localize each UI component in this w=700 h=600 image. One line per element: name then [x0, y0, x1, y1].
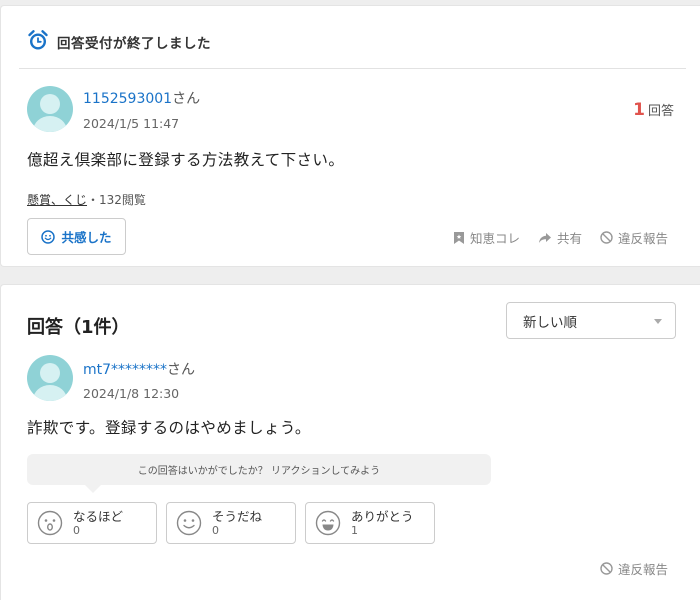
reaction-count: 0 — [73, 524, 80, 537]
reaction-label: そうだね — [212, 509, 263, 524]
prohibited-icon — [600, 231, 613, 244]
user-name-link[interactable]: 1152593001 — [83, 91, 172, 107]
view-count: ・132閲覧 — [87, 193, 146, 207]
category-link[interactable]: 懸賞、くじ — [27, 193, 87, 207]
question-body: 億超え倶楽部に登録する方法教えて下さい。 — [27, 151, 345, 169]
status-row: 回答受付が終了しました — [27, 29, 211, 55]
sort-select[interactable]: 新しい順 — [506, 302, 676, 339]
chie-kore-button[interactable]: 知恵コレ — [453, 228, 520, 247]
answers-card: 回答（1件） 新しい順 mt7********さん 2024/1/8 12:30… — [0, 284, 700, 600]
reaction-label: なるほど — [73, 509, 124, 524]
question-actions: 知恵コレ 共有 違反報告 — [435, 228, 668, 247]
empathy-label: 共感した — [61, 230, 112, 245]
avatar[interactable] — [27, 86, 73, 132]
tags-row: 懸賞、くじ・132閲覧 — [27, 191, 146, 208]
share-label: 共有 — [556, 231, 582, 246]
question-card: 回答受付が終了しました 1152593001さん 2024/1/5 11:47 … — [0, 5, 700, 267]
smile-face-icon — [176, 510, 202, 536]
answer-user-line: mt7********さん — [83, 359, 195, 379]
report-label: 違反報告 — [617, 231, 668, 246]
answer-count: 1 回答 — [633, 100, 674, 120]
reaction-soudane-button[interactable]: そうだね 0 — [166, 502, 296, 544]
prohibited-icon — [600, 562, 613, 575]
answer-count-number: 1 — [633, 100, 645, 120]
report-button[interactable]: 違反報告 — [600, 228, 668, 247]
answers-title: 回答（1件） — [27, 317, 130, 338]
answer-user-suffix: さん — [167, 362, 196, 378]
reaction-count: 1 — [351, 524, 358, 537]
grin-face-icon — [315, 510, 341, 536]
reaction-count: 0 — [212, 524, 219, 537]
answer-count-unit: 回答 — [647, 104, 674, 119]
reaction-label: ありがとう — [351, 509, 414, 524]
bookmark-icon — [453, 231, 464, 244]
reaction-prompt: この回答はいかがでしたか？ リアクションしてみよう — [27, 454, 491, 493]
post-date: 2024/1/5 11:47 — [83, 116, 180, 131]
empathy-button[interactable]: 共感した — [27, 218, 126, 255]
reaction-buttons: なるほど 0 そうだね 0 ありがとう 1 — [27, 502, 444, 544]
chie-kore-label: 知恵コレ — [469, 231, 520, 246]
chevron-down-icon — [654, 319, 662, 324]
share-button[interactable]: 共有 — [538, 228, 582, 247]
reaction-arigatou-button[interactable]: ありがとう 1 — [305, 502, 435, 544]
answer-user-name-link[interactable]: mt7******** — [83, 362, 167, 378]
answer-date: 2024/1/8 12:30 — [83, 386, 180, 401]
answer-report-label: 違反報告 — [617, 562, 668, 577]
smile-icon — [41, 229, 56, 244]
reaction-naruhodo-button[interactable]: なるほど 0 — [27, 502, 157, 544]
divider — [19, 68, 686, 69]
surprised-face-icon — [37, 510, 63, 536]
sort-selected-value: 新しい順 — [523, 314, 577, 331]
user-line: 1152593001さん — [83, 88, 200, 108]
answer-body: 詐欺です。登録するのはやめましょう。 — [27, 419, 311, 437]
avatar[interactable] — [27, 355, 73, 401]
user-suffix: さん — [172, 91, 201, 107]
share-icon — [538, 232, 551, 243]
status-text: 回答受付が終了しました — [57, 36, 211, 52]
answer-report-button[interactable]: 違反報告 — [600, 559, 668, 578]
alarm-clock-icon — [27, 29, 49, 55]
